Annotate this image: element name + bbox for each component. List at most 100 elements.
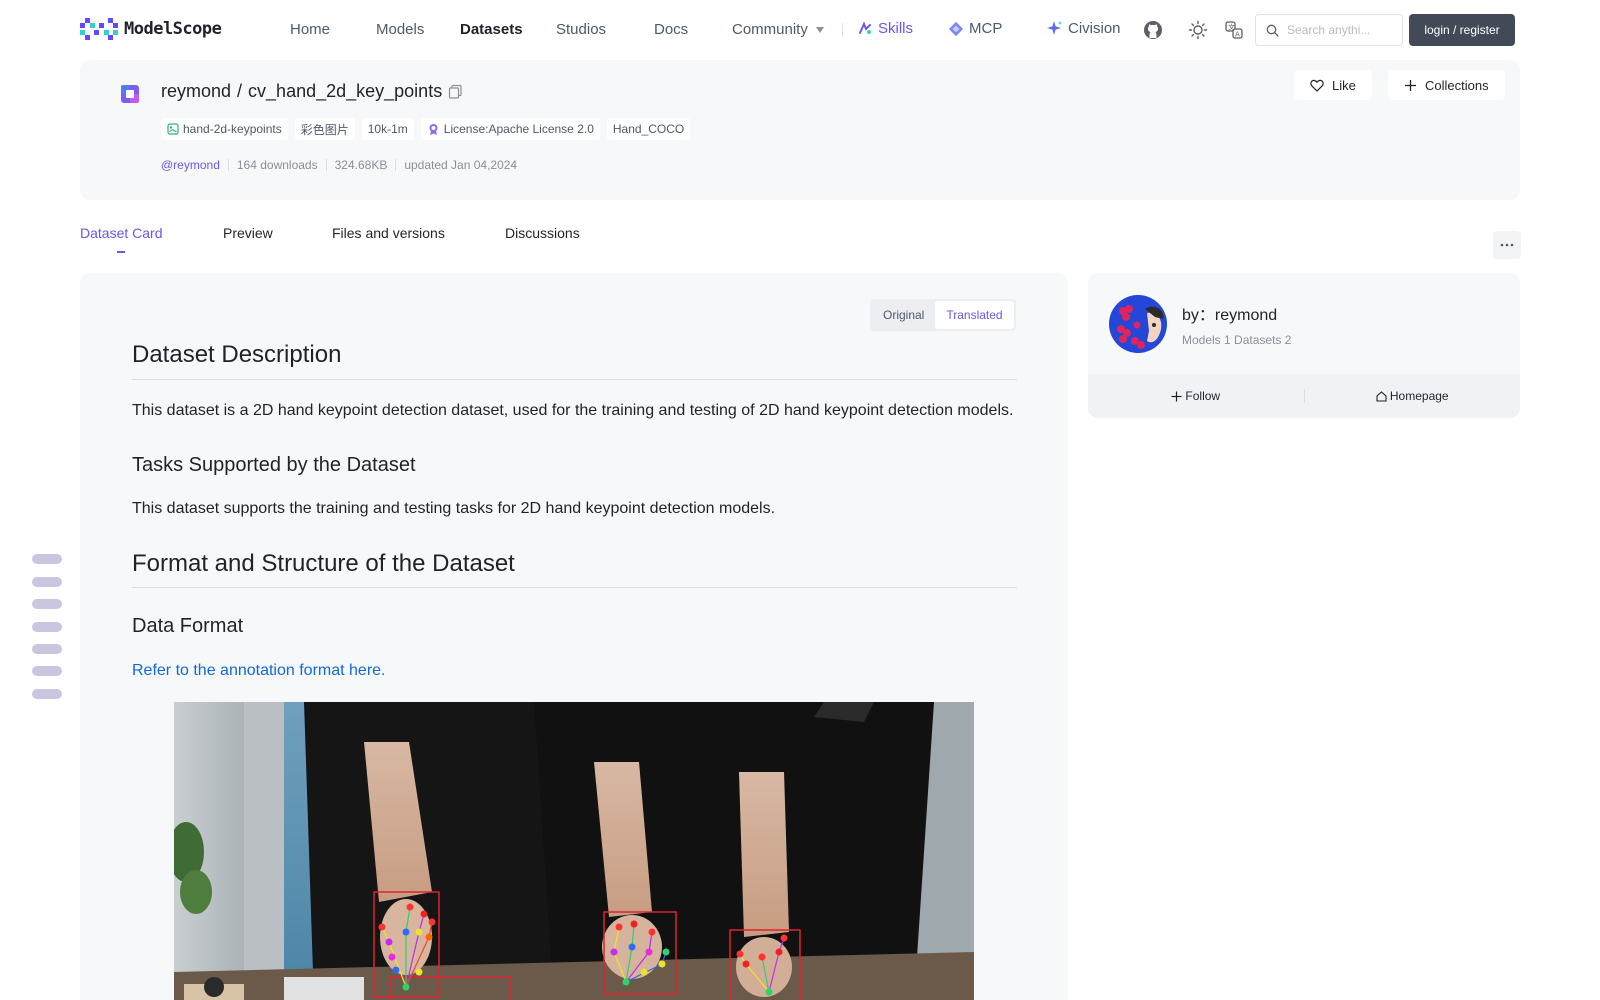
outline-item[interactable] (32, 554, 62, 564)
dataset-header: reymond / cv_hand_2d_key_points hand-2d-… (80, 60, 1520, 200)
theme-sun-icon[interactable] (1188, 20, 1208, 40)
tab-preview[interactable]: Preview (223, 225, 273, 241)
translated-toggle[interactable]: Translated (935, 301, 1014, 329)
search-box[interactable] (1255, 14, 1403, 46)
author-datasets-count[interactable]: Datasets 2 (1234, 333, 1291, 347)
more-options-button[interactable] (1493, 231, 1521, 259)
description-paragraph: This dataset is a 2D hand keypoint detec… (132, 402, 1014, 419)
homepage-button[interactable]: Homepage (1305, 389, 1521, 403)
tag-modality[interactable]: 彩色图片 (294, 118, 355, 140)
outline-item[interactable] (32, 599, 62, 609)
nav-datasets[interactable]: Datasets (460, 21, 523, 38)
tag-format-label: Hand_COCO (612, 122, 685, 136)
nav-home[interactable]: Home (290, 21, 330, 38)
heading-data-format: Data Format (132, 615, 244, 637)
modelscope-logo[interactable]: ModelScope (80, 18, 222, 40)
active-tab-indicator (117, 251, 125, 253)
sparkle-icon (1047, 21, 1062, 35)
nav-civision-label: Civision (1068, 20, 1121, 37)
keypoint-task-icon (167, 123, 179, 135)
license-badge-icon (429, 123, 438, 135)
like-button[interactable]: Like (1294, 70, 1372, 100)
top-navigation: ModelScope Home Models Datasets Studios … (0, 0, 1600, 58)
mcp-icon (948, 21, 964, 36)
search-icon (1266, 24, 1279, 37)
login-register-button[interactable]: login / register (1409, 14, 1515, 46)
author-models-count[interactable]: Models 1 (1182, 333, 1231, 347)
collections-button[interactable]: Collections (1388, 70, 1505, 100)
nav-community-label: Community (732, 21, 808, 38)
chevron-down-icon (815, 27, 824, 34)
dataset-size: 324.68KB (334, 158, 388, 172)
meta-divider (227, 159, 229, 171)
dataset-name: cv_hand_2d_key_points (248, 81, 443, 101)
tag-task-label: hand-2d-keypoints (183, 122, 282, 136)
follow-button[interactable]: Follow (1088, 389, 1304, 403)
tag-size[interactable]: 10k-1m (361, 118, 414, 140)
nav-studios[interactable]: Studios (556, 21, 606, 38)
outline-item[interactable] (32, 644, 62, 654)
nav-skills[interactable]: Skills (858, 20, 913, 37)
heart-icon (1310, 79, 1324, 92)
tab-files-and-versions[interactable]: Files and versions (332, 225, 445, 241)
nav-docs[interactable]: Docs (654, 21, 688, 38)
plus-icon (1405, 79, 1416, 91)
outline-item[interactable] (32, 666, 62, 676)
ellipsis-icon (1500, 243, 1514, 247)
author-avatar[interactable] (1109, 295, 1167, 353)
svg-text:文: 文 (1228, 23, 1235, 32)
heading-dataset-description: Dataset Description (132, 341, 342, 368)
homepage-label: Homepage (1389, 389, 1449, 403)
tag-license[interactable]: License:Apache License 2.0 (420, 118, 600, 140)
outline-item[interactable] (32, 689, 62, 699)
tab-dataset-card[interactable]: Dataset Card (80, 225, 162, 241)
tag-modality-label: 彩色图片 (300, 122, 349, 137)
annotation-format-link[interactable]: Refer to the annotation format here. (132, 662, 385, 680)
search-input[interactable] (1287, 23, 1397, 37)
nav-civision[interactable]: Civision (1046, 20, 1121, 37)
tag-format[interactable]: Hand_COCO (606, 118, 691, 140)
follow-label: Follow (1185, 389, 1221, 403)
annotated-hand-image (174, 702, 974, 1000)
updated-date: updated Jan 04,2024 (404, 158, 518, 172)
tag-task[interactable]: hand-2d-keypoints (161, 118, 288, 140)
language-toggle: Original Translated (870, 299, 1016, 331)
title-slash: / (237, 81, 243, 101)
dataset-tags: hand-2d-keypoints 彩色图片 10k-1m License:Ap… (161, 118, 691, 140)
nav-models[interactable]: Models (376, 21, 424, 38)
download-count: 164 downloads (236, 158, 318, 172)
dataset-title: reymond / cv_hand_2d_key_points (161, 81, 463, 102)
nav-mcp-label: MCP (969, 20, 1003, 37)
author-name[interactable]: by：reymond (1182, 301, 1277, 325)
dataset-card-content: Original Translated Dataset Description … (80, 273, 1068, 1000)
outline-item[interactable] (32, 622, 62, 632)
meta-divider (395, 159, 397, 171)
original-toggle[interactable]: Original (872, 301, 935, 329)
tab-discussions[interactable]: Discussions (505, 225, 580, 241)
author-card: by：reymond Models 1 Datasets 2 Follow Ho… (1088, 273, 1520, 418)
home-icon (1376, 390, 1387, 402)
heading-tasks: Tasks Supported by the Dataset (132, 454, 416, 476)
tag-license-label: License:Apache License 2.0 (443, 122, 594, 136)
skills-icon (859, 21, 871, 34)
author-handle-link[interactable]: @reymond (161, 158, 220, 172)
outline-item[interactable] (32, 577, 62, 587)
nav-divider (842, 23, 843, 37)
dataset-meta: @reymond 164 downloads 324.68KB updated … (161, 158, 517, 172)
nav-community[interactable]: Community (732, 21, 824, 38)
meta-divider (325, 159, 327, 171)
nav-skills-label: Skills (878, 20, 914, 37)
copy-icon[interactable] (448, 84, 463, 99)
dataset-owner-link[interactable]: reymond (161, 81, 231, 102)
dataset-icon (120, 84, 140, 104)
heading-rule (132, 379, 1017, 380)
tag-size-label: 10k-1m (367, 122, 408, 136)
language-icon[interactable]: 文 A (1224, 20, 1244, 40)
nav-mcp[interactable]: MCP (948, 20, 1002, 37)
author-actions: Follow Homepage (1088, 374, 1520, 418)
tasks-paragraph: This dataset supports the training and t… (132, 500, 776, 517)
author-stats: Models 1 Datasets 2 (1182, 333, 1291, 347)
collections-label: Collections (1425, 77, 1489, 93)
modelscope-logo-icon (80, 18, 118, 40)
github-icon[interactable] (1143, 20, 1163, 40)
